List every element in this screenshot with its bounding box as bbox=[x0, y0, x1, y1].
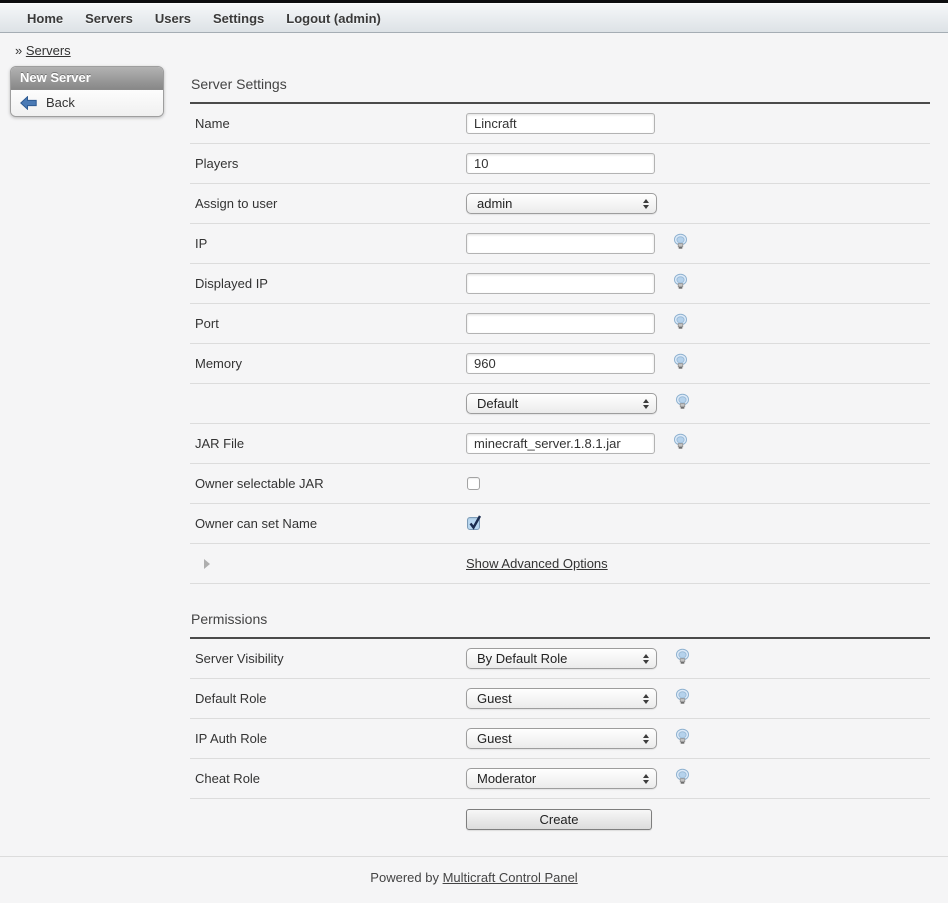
main-navigation: Home Servers Users Settings Logout (admi… bbox=[0, 3, 948, 33]
footer: Powered by Multicraft Control Panel bbox=[0, 856, 948, 885]
breadcrumb: » Servers bbox=[15, 43, 948, 58]
field-label-memory: Memory bbox=[190, 356, 466, 371]
footer-text: Powered by bbox=[370, 870, 439, 885]
select-stepper-icon bbox=[643, 399, 649, 409]
select-stepper-icon bbox=[643, 199, 649, 209]
field-label-ip: IP bbox=[190, 236, 466, 251]
name-input[interactable] bbox=[466, 113, 655, 134]
form-row-assign-to-user: Assign to user admin bbox=[190, 184, 930, 224]
panel-title: New Server bbox=[11, 67, 163, 90]
memory-input[interactable] bbox=[466, 353, 655, 374]
help-lightbulb-icon[interactable] bbox=[672, 433, 689, 455]
jar-file-input[interactable] bbox=[466, 433, 655, 454]
ip-auth-role-select-value: Guest bbox=[477, 731, 512, 746]
field-label-port: Port bbox=[190, 316, 466, 331]
back-button-label: Back bbox=[46, 95, 75, 110]
help-lightbulb-icon[interactable] bbox=[672, 313, 689, 335]
main-content: Server Settings Name Players Assign to u… bbox=[190, 76, 930, 839]
players-input[interactable] bbox=[466, 153, 655, 174]
panel-body: Back bbox=[11, 90, 163, 116]
field-label-displayed-ip: Displayed IP bbox=[190, 276, 466, 291]
default-role-select-value: Guest bbox=[477, 691, 512, 706]
field-label-assign-to-user: Assign to user bbox=[190, 196, 466, 211]
form-row-cheat-role: Cheat Role Moderator bbox=[190, 759, 930, 799]
nav-item-users[interactable]: Users bbox=[155, 11, 191, 26]
owner-can-set-name-checkbox[interactable] bbox=[467, 517, 480, 530]
field-label-jar-file: JAR File bbox=[190, 436, 466, 451]
back-arrow-icon bbox=[20, 96, 37, 110]
form-row-memory: Memory bbox=[190, 344, 930, 384]
cheat-role-select[interactable]: Moderator bbox=[466, 768, 657, 789]
memory-preset-select[interactable]: Default bbox=[466, 393, 657, 414]
form-row-owner-can-set-name: Owner can set Name bbox=[190, 504, 930, 544]
form-row-owner-selectable-jar: Owner selectable JAR bbox=[190, 464, 930, 504]
select-stepper-icon bbox=[643, 694, 649, 704]
field-label-ip-auth-role: IP Auth Role bbox=[190, 731, 466, 746]
breadcrumb-marker: » bbox=[15, 43, 22, 58]
memory-preset-select-value: Default bbox=[477, 396, 518, 411]
form-row-advanced-options: Show Advanced Options bbox=[190, 544, 930, 584]
field-label-name: Name bbox=[190, 116, 466, 131]
disclosure-triangle-icon[interactable] bbox=[204, 559, 210, 569]
ip-auth-role-select[interactable]: Guest bbox=[466, 728, 657, 749]
select-stepper-icon bbox=[643, 774, 649, 784]
help-lightbulb-icon[interactable] bbox=[674, 648, 691, 670]
form-row-port: Port bbox=[190, 304, 930, 344]
show-advanced-options-link[interactable]: Show Advanced Options bbox=[466, 556, 608, 571]
help-lightbulb-icon[interactable] bbox=[674, 728, 691, 750]
form-row-name: Name bbox=[190, 104, 930, 144]
nav-item-home[interactable]: Home bbox=[27, 11, 63, 26]
form-row-create: Create bbox=[190, 799, 930, 839]
nav-item-servers[interactable]: Servers bbox=[85, 11, 133, 26]
form-row-displayed-ip: Displayed IP bbox=[190, 264, 930, 304]
port-input[interactable] bbox=[466, 313, 655, 334]
help-lightbulb-icon[interactable] bbox=[672, 233, 689, 255]
form-row-jar-file: JAR File bbox=[190, 424, 930, 464]
help-lightbulb-icon[interactable] bbox=[674, 768, 691, 790]
breadcrumb-link-servers[interactable]: Servers bbox=[26, 43, 71, 58]
form-row-ip-auth-role: IP Auth Role Guest bbox=[190, 719, 930, 759]
displayed-ip-input[interactable] bbox=[466, 273, 655, 294]
new-server-panel: New Server Back bbox=[10, 66, 164, 117]
advanced-options-label-cell bbox=[190, 559, 466, 569]
page: Home Servers Users Settings Logout (admi… bbox=[0, 0, 948, 903]
ip-input[interactable] bbox=[466, 233, 655, 254]
footer-link-multicraft[interactable]: Multicraft Control Panel bbox=[443, 870, 578, 885]
form-row-memory-preset: Default bbox=[190, 384, 930, 424]
field-label-owner-selectable-jar: Owner selectable JAR bbox=[190, 476, 466, 491]
field-label-default-role: Default Role bbox=[190, 691, 466, 706]
select-stepper-icon bbox=[643, 654, 649, 664]
assign-to-user-select[interactable]: admin bbox=[466, 193, 657, 214]
form-row-players: Players bbox=[190, 144, 930, 184]
help-lightbulb-icon[interactable] bbox=[672, 353, 689, 375]
owner-selectable-jar-checkbox[interactable] bbox=[467, 477, 480, 490]
field-label-cheat-role: Cheat Role bbox=[190, 771, 466, 786]
nav-item-logout[interactable]: Logout (admin) bbox=[286, 11, 381, 26]
field-label-players: Players bbox=[190, 156, 466, 171]
field-label-server-visibility: Server Visibility bbox=[190, 651, 466, 666]
assign-to-user-select-value: admin bbox=[477, 196, 512, 211]
server-visibility-select[interactable]: By Default Role bbox=[466, 648, 657, 669]
server-visibility-select-value: By Default Role bbox=[477, 651, 567, 666]
back-button[interactable]: Back bbox=[20, 95, 154, 110]
select-stepper-icon bbox=[643, 734, 649, 744]
form-row-default-role: Default Role Guest bbox=[190, 679, 930, 719]
field-label-owner-can-set-name: Owner can set Name bbox=[190, 516, 466, 531]
cheat-role-select-value: Moderator bbox=[477, 771, 536, 786]
server-settings-heading: Server Settings bbox=[190, 76, 930, 92]
default-role-select[interactable]: Guest bbox=[466, 688, 657, 709]
form-row-server-visibility: Server Visibility By Default Role bbox=[190, 639, 930, 679]
help-lightbulb-icon[interactable] bbox=[672, 273, 689, 295]
form-row-ip: IP bbox=[190, 224, 930, 264]
help-lightbulb-icon[interactable] bbox=[674, 688, 691, 710]
permissions-heading: Permissions bbox=[190, 611, 930, 627]
nav-item-settings[interactable]: Settings bbox=[213, 11, 264, 26]
create-button[interactable]: Create bbox=[466, 809, 652, 830]
help-lightbulb-icon[interactable] bbox=[674, 393, 691, 415]
